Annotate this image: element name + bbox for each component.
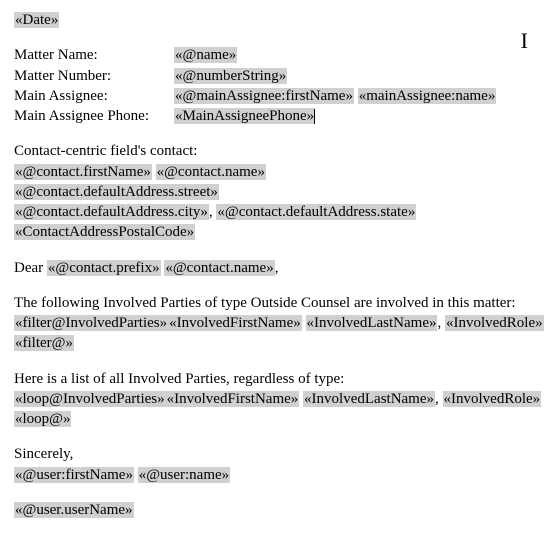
loop-role-field: «InvolvedRole»	[443, 391, 542, 407]
loop-close-field: «loop@»	[14, 411, 71, 427]
filter-open-field: «filter@InvolvedParties»	[14, 315, 168, 331]
contact-city-field: «@contact.defaultAddress.city»	[14, 204, 209, 220]
filter-sep: ,	[437, 315, 445, 331]
date-line: «Date»	[14, 10, 544, 30]
main-assignee-label: Main Assignee:	[14, 86, 174, 106]
contact-state-field: «@contact.defaultAddress.state»	[216, 204, 416, 220]
salutation-prefix-field: «@contact.prefix»	[47, 260, 161, 276]
matter-number-field: «@numberString»	[174, 68, 287, 84]
loop-last-field: «InvolvedLastName»	[303, 391, 435, 407]
assignee-first-field: «@mainAssignee:firstName»	[174, 88, 354, 104]
loop-intro: Here is a list of all Involved Parties, …	[14, 369, 544, 389]
contact-name-field: «@contact.name»	[156, 164, 266, 180]
date-merge-field: «Date»	[14, 12, 59, 28]
assignee-phone-field: «MainAssigneePhone»	[174, 108, 315, 124]
loop-first-field: «InvolvedFirstName»	[166, 391, 300, 407]
assignee-phone-label: Main Assignee Phone:	[14, 106, 174, 126]
filter-last-field: «InvolvedLastName»	[306, 315, 438, 331]
matter-name-field: «@name»	[174, 47, 237, 63]
user-username-field: «@user.userName»	[14, 502, 134, 518]
filter-close-field: «filter@»	[14, 335, 74, 351]
assignee-last-field: «mainAssignee:name»	[358, 88, 497, 104]
filter-role-field: «InvolvedRole»	[445, 315, 544, 331]
salutation-name-field: «@contact.name»	[164, 260, 274, 276]
username-line: «@user.userName»	[14, 500, 544, 520]
contact-street-field: «@contact.defaultAddress.street»	[14, 184, 219, 200]
salutation-comma: ,	[275, 260, 279, 276]
loop-block: Here is a list of all Involved Parties, …	[14, 369, 544, 430]
dear-text: Dear	[14, 260, 47, 276]
insertion-caret-icon	[314, 109, 315, 124]
user-first-field: «@user:firstName»	[14, 467, 134, 483]
contact-block: Contact-centric field's contact: «@conta…	[14, 141, 544, 242]
salutation-line: Dear «@contact.prefix» «@contact.name»,	[14, 258, 544, 278]
contact-heading: Contact-centric field's contact:	[14, 141, 544, 161]
filter-first-field: «InvolvedFirstName»	[168, 315, 302, 331]
filter-block: The following Involved Parties of type O…	[14, 293, 544, 354]
matter-block: Matter Name: «@name» Matter Number: «@nu…	[14, 45, 544, 126]
matter-number-label: Matter Number:	[14, 66, 174, 86]
matter-name-label: Matter Name:	[14, 45, 174, 65]
sincerely-text: Sincerely,	[14, 444, 544, 464]
text-cursor-caret-icon: I	[521, 26, 528, 56]
contact-first-field: «@contact.firstName»	[14, 164, 152, 180]
loop-open-field: «loop@InvolvedParties»	[14, 391, 166, 407]
closing-block: Sincerely, «@user:firstName» «@user:name…	[14, 444, 544, 485]
user-name-field: «@user:name»	[138, 467, 230, 483]
contact-postal-field: «ContactAddressPostalCode»	[14, 224, 195, 240]
loop-sep: ,	[435, 391, 443, 407]
filter-intro: The following Involved Parties of type O…	[14, 293, 544, 313]
